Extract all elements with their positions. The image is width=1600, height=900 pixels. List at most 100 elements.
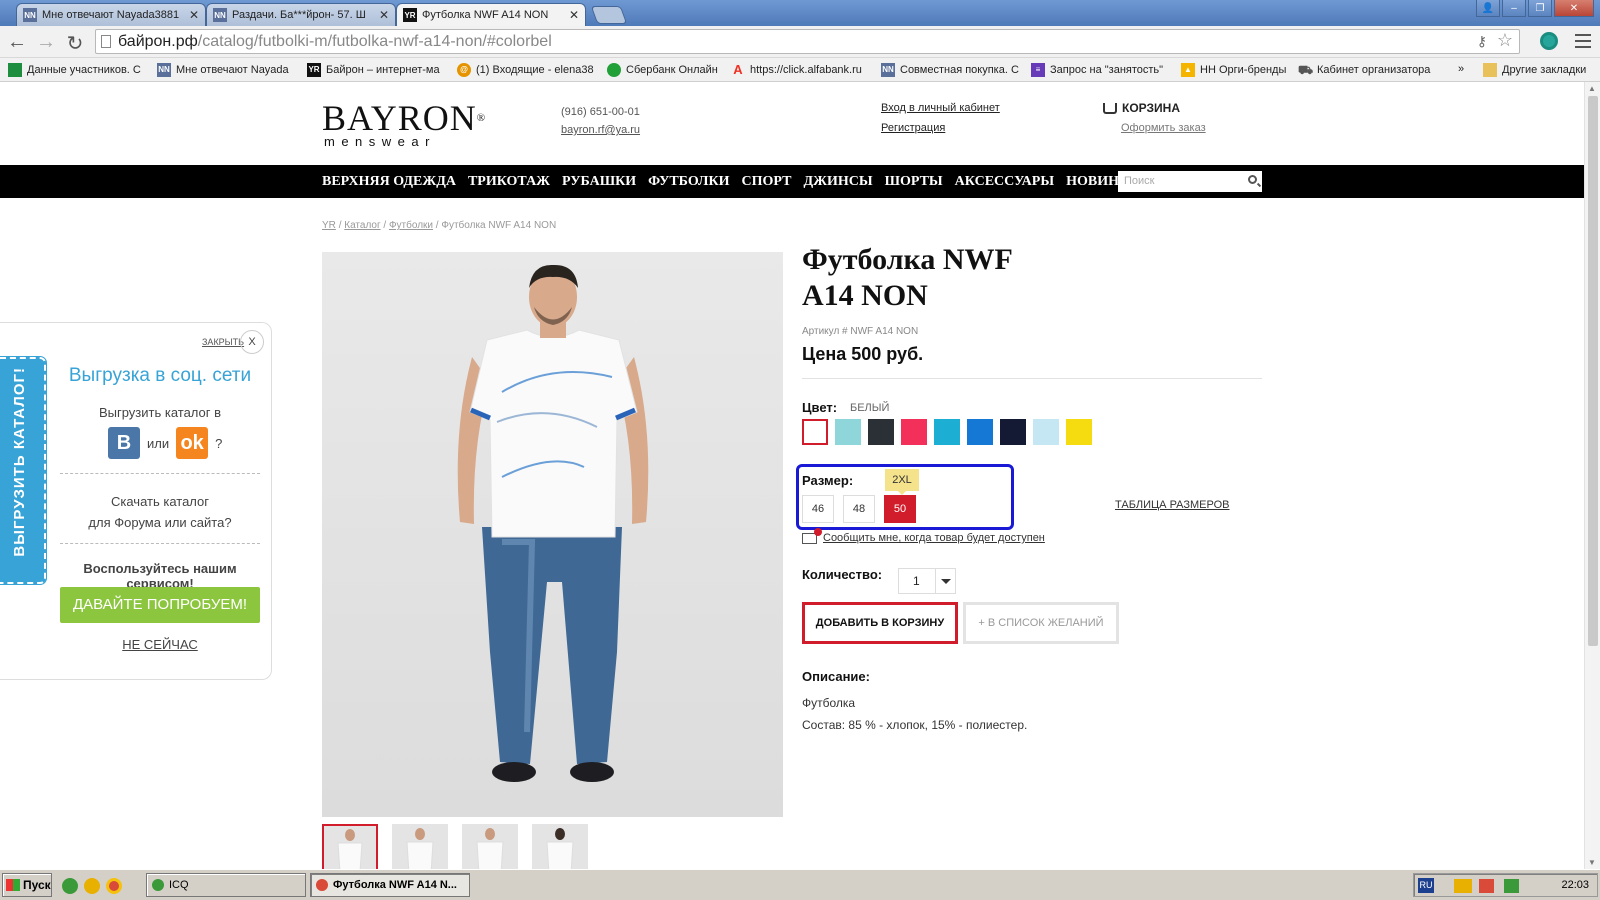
- export-catalog-tab[interactable]: ВЫГРУЗИТЬ КАТАЛОГ!: [0, 356, 47, 585]
- color-swatch[interactable]: [835, 419, 861, 445]
- quantity-select[interactable]: 1: [898, 568, 956, 594]
- bookmarks-bar: Данные участников. С NN Мне отвечают Naya…: [0, 58, 1600, 82]
- logo-reg-mark: ®: [476, 112, 487, 124]
- bookmark-folder[interactable]: Другие закладки: [1483, 63, 1586, 77]
- browser-tab[interactable]: NN Мне отвечают Nayada3881 ✕: [16, 3, 206, 26]
- vk-icon[interactable]: В: [108, 427, 140, 459]
- nav-item-shirts[interactable]: РУБАШКИ: [562, 174, 636, 190]
- scroll-up-icon[interactable]: ▲: [1588, 84, 1596, 93]
- close-tab-icon[interactable]: ✕: [379, 8, 389, 22]
- bookmark-item[interactable]: ▲ НН Орги-бренды: [1181, 63, 1286, 77]
- close-tab-icon[interactable]: ✕: [189, 8, 199, 22]
- breadcrumb-home[interactable]: YR: [322, 220, 336, 231]
- bookmark-item[interactable]: Данные участников. С: [8, 63, 141, 77]
- bookmark-item[interactable]: Сбербанк Онлайн: [607, 63, 718, 77]
- close-tab-icon[interactable]: ✕: [569, 8, 579, 22]
- color-swatch[interactable]: [967, 419, 993, 445]
- odnoklassniki-icon[interactable]: ok: [176, 427, 209, 459]
- product-photo[interactable]: [322, 252, 783, 817]
- color-swatch-selected[interactable]: [802, 419, 828, 445]
- nav-item-sport[interactable]: СПОРТ: [742, 174, 792, 190]
- bookmarks-more-icon[interactable]: »: [1458, 63, 1464, 75]
- breadcrumb-catalog[interactable]: Каталог: [344, 220, 380, 231]
- thumbnail[interactable]: [462, 824, 518, 869]
- bookmark-item[interactable]: ⛟ Кабинет организатора: [1298, 63, 1430, 77]
- register-link[interactable]: Регистрация: [881, 122, 945, 134]
- breadcrumb-category[interactable]: Футболки: [389, 220, 433, 231]
- search-icon[interactable]: [1248, 175, 1257, 184]
- bookmark-item[interactable]: @ (1) Входящие - elena38: [457, 63, 594, 77]
- close-window-icon[interactable]: ✕: [1554, 0, 1594, 17]
- login-link[interactable]: Вход в личный кабинет: [881, 102, 1000, 114]
- page-scrollbar[interactable]: ▲ ▼: [1584, 82, 1600, 869]
- url-host: байрон.рф: [118, 33, 198, 50]
- scroll-down-icon[interactable]: ▼: [1588, 858, 1596, 867]
- browser-tab-active[interactable]: YR Футболка NWF A14 NON ✕: [396, 3, 586, 26]
- user-icon[interactable]: 👤: [1476, 0, 1500, 17]
- logo-text: BAYRON: [322, 98, 477, 138]
- warning-quicklaunch-icon[interactable]: [84, 878, 100, 894]
- key-icon[interactable]: ⚷: [1477, 30, 1487, 53]
- extension-eye-icon[interactable]: [1540, 32, 1558, 50]
- site-logo[interactable]: BAYRON® menswear: [322, 100, 486, 149]
- forward-icon[interactable]: →: [35, 31, 57, 54]
- color-swatch[interactable]: [1066, 419, 1092, 445]
- color-swatch[interactable]: [901, 419, 927, 445]
- size-table-link[interactable]: ТАБЛИЦА РАЗМЕРОВ: [1115, 499, 1230, 511]
- address-bar[interactable]: байрон.рф/catalog/futbolki-m/futbolka-nw…: [95, 29, 1520, 54]
- notify-link[interactable]: Сообщить мне, когда товар будет доступен: [802, 527, 1045, 544]
- search-input[interactable]: Поиск: [1118, 171, 1262, 192]
- nav-item-jeans[interactable]: ДЖИНСЫ: [803, 174, 872, 190]
- color-swatch[interactable]: [1000, 419, 1026, 445]
- color-swatch[interactable]: [1033, 419, 1059, 445]
- cart-link[interactable]: КОРЗИНА: [1103, 101, 1180, 115]
- widget-close-link[interactable]: ЗАКРЫТЬ: [202, 337, 244, 347]
- start-button[interactable]: Пуск: [2, 873, 52, 897]
- add-to-cart-button[interactable]: ДОБАВИТЬ В КОРЗИНУ: [802, 602, 958, 644]
- folder-icon: [1483, 63, 1497, 77]
- chrome-quicklaunch-icon[interactable]: [106, 878, 122, 894]
- nav-item-outerwear[interactable]: ВЕРХНЯЯ ОДЕЖДА: [322, 174, 456, 190]
- bookmark-item[interactable]: NN Мне отвечают Nayada: [157, 63, 289, 77]
- reload-icon[interactable]: ↻: [64, 31, 86, 56]
- bookmark-item[interactable]: YR Байрон – интернет-ма: [307, 63, 440, 77]
- bookmark-star-icon[interactable]: ☆: [1497, 29, 1513, 52]
- photo-thumbnails: [322, 824, 588, 869]
- icq-quicklaunch-icon[interactable]: [62, 878, 78, 894]
- bookmark-item[interactable]: ≡ Запрос на "занятость": [1031, 63, 1163, 77]
- chevron-down-icon[interactable]: [935, 569, 955, 593]
- nav-item-shorts[interactable]: ШОРТЫ: [885, 174, 943, 190]
- scrollbar-thumb[interactable]: [1588, 96, 1598, 646]
- nav-item-tshirts[interactable]: ФУТБОЛКИ: [648, 174, 729, 190]
- thumbnail[interactable]: [392, 824, 448, 869]
- nav-item-knitwear[interactable]: ТРИКОТАЖ: [468, 174, 550, 190]
- new-tab-button[interactable]: [590, 6, 628, 24]
- minimize-icon[interactable]: –: [1502, 0, 1526, 17]
- maximize-icon[interactable]: ❐: [1528, 0, 1552, 17]
- nav-item-accessories[interactable]: АКСЕССУАРЫ: [955, 174, 1054, 190]
- language-indicator[interactable]: RU: [1418, 878, 1434, 893]
- thumbnail[interactable]: [322, 824, 378, 869]
- add-to-wishlist-button[interactable]: + В СПИСОК ЖЕЛАНИЙ: [963, 602, 1119, 644]
- email-link[interactable]: bayron.rf@ya.ru: [561, 124, 640, 136]
- product-title: Футболка NWF A14 NON: [802, 243, 1013, 312]
- try-button[interactable]: ДАВАЙТЕ ПОПРОБУЕМ!: [60, 587, 260, 623]
- color-swatch[interactable]: [868, 419, 894, 445]
- size-option-selected[interactable]: 50: [884, 495, 916, 523]
- tray-icons[interactable]: [1454, 879, 1554, 893]
- browser-menu-icon[interactable]: [1575, 34, 1591, 48]
- size-option[interactable]: 46: [802, 495, 834, 523]
- close-icon[interactable]: X: [240, 330, 264, 354]
- bookmark-item[interactable]: Ahttps://click.alfabank.ru: [731, 63, 862, 77]
- taskbar-item-icq[interactable]: ICQ: [146, 873, 306, 897]
- color-swatch[interactable]: [934, 419, 960, 445]
- social-buttons: В или ok ?: [108, 427, 222, 459]
- checkout-link[interactable]: Оформить заказ: [1121, 122, 1206, 134]
- back-icon[interactable]: ←: [6, 31, 28, 54]
- not-now-link[interactable]: НЕ СЕЙЧАС: [60, 637, 260, 652]
- taskbar-item-browser[interactable]: Футболка NWF A14 N...: [310, 873, 470, 897]
- browser-tab[interactable]: NN Раздачи. Ба***йрон- 57. Ш ✕: [206, 3, 396, 26]
- bookmark-item[interactable]: NN Совместная покупка. С: [881, 63, 1019, 77]
- size-option[interactable]: 48: [843, 495, 875, 523]
- thumbnail[interactable]: [532, 824, 588, 869]
